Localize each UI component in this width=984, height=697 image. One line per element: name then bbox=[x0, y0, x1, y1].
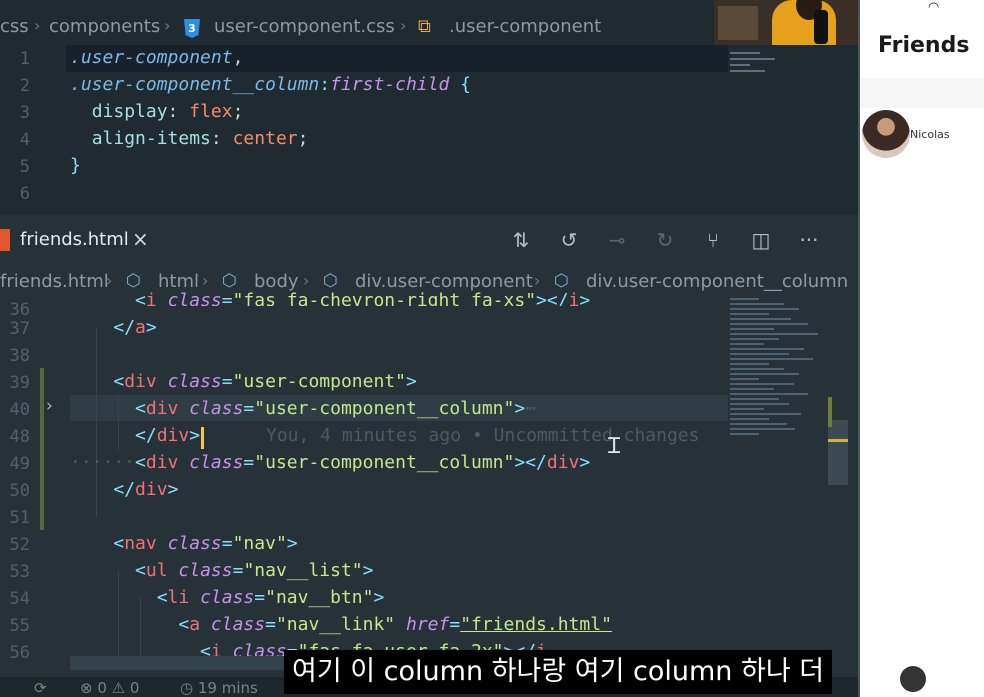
chevron-right-icon: › bbox=[400, 16, 407, 35]
selector-symbol-icon: ⧉ bbox=[418, 16, 431, 37]
code-line-53[interactable]: <ul class="nav__list"> bbox=[70, 560, 373, 581]
bottom-editor-pane[interactable]: friends.html × ⇅ ↺ ⊸ ↻ ⑂ ◫ ··· friends.h… bbox=[0, 215, 858, 697]
vertical-scrollbar-thumb[interactable] bbox=[828, 420, 848, 485]
user-icon[interactable] bbox=[900, 666, 926, 692]
git-graph-icon[interactable]: ⑂ bbox=[700, 227, 726, 253]
cube-icon: ⬡ bbox=[554, 271, 569, 291]
chevron-right-icon: › bbox=[202, 271, 209, 290]
line-number: 54 bbox=[9, 589, 30, 609]
code-selector: .user-component bbox=[70, 47, 233, 68]
breadcrumb-html[interactable]: html bbox=[158, 271, 199, 292]
code-line-55[interactable]: <a class="nav__link" href="friends.html" bbox=[70, 614, 612, 635]
git-modified-gutter bbox=[40, 368, 44, 530]
line-number: 48 bbox=[9, 427, 30, 447]
code-line-54[interactable]: <li class="nav__btn"> bbox=[70, 587, 385, 608]
breadcrumb-user-component-column[interactable]: div.user-component__column bbox=[586, 271, 848, 292]
code-line-3[interactable]: display: flex; bbox=[70, 101, 244, 122]
breadcrumb-components[interactable]: components bbox=[49, 16, 160, 37]
line-number: 4 bbox=[19, 130, 30, 150]
code-line-49[interactable]: ······<div class="user-component__column… bbox=[70, 452, 590, 473]
code-line-2[interactable]: .user-component__column:first-child { bbox=[70, 74, 471, 95]
code-line-5[interactable]: } bbox=[70, 155, 81, 176]
tab-bar: friends.html × ⇅ ↺ ⊸ ↻ ⑂ ◫ ··· bbox=[0, 215, 858, 265]
session-time[interactable]: ◷ 19 mins bbox=[180, 679, 258, 697]
code-line-4[interactable]: align-items: center; bbox=[70, 128, 309, 149]
webcam-overlay bbox=[714, 0, 858, 45]
line-number: 56 bbox=[9, 643, 30, 663]
cube-icon: ⬡ bbox=[222, 271, 237, 291]
problems-indicator[interactable]: ⊗ 0 ⚠ 0 bbox=[80, 679, 139, 697]
line-number: 1 bbox=[19, 49, 30, 69]
text-cursor bbox=[201, 427, 204, 449]
video-subtitle: 여기 이 column 하나랑 여기 column 하나 더 bbox=[284, 650, 833, 694]
breadcrumb-user-component[interactable]: div.user-component bbox=[355, 271, 533, 292]
breadcrumb-selector[interactable]: .user-component bbox=[449, 16, 601, 37]
avatar[interactable] bbox=[862, 110, 910, 158]
line-number: 39 bbox=[9, 373, 30, 393]
chevron-right-icon: › bbox=[164, 16, 171, 35]
top-minimap[interactable] bbox=[730, 48, 780, 78]
chevron-right-icon: › bbox=[34, 16, 41, 35]
previous-change-icon[interactable]: ↺ bbox=[556, 227, 582, 253]
ibeam-cursor-icon: Ɪ bbox=[608, 434, 621, 459]
line-number: 55 bbox=[9, 616, 30, 636]
code-line-48[interactable]: </div> bbox=[70, 425, 200, 446]
open-changes-icon[interactable]: ⇅ bbox=[508, 227, 534, 253]
current-change-icon[interactable]: ⊸ bbox=[604, 227, 630, 253]
breadcrumb-file[interactable]: user-component.css bbox=[214, 16, 395, 37]
chevron-right-icon: › bbox=[534, 271, 541, 290]
code-line-36[interactable]: <i class="fas fa-chevron-right fa-xs"></… bbox=[70, 290, 590, 306]
line-number: 36 bbox=[9, 300, 30, 320]
breadcrumb-file[interactable]: friends.html bbox=[0, 271, 109, 292]
line-number: 53 bbox=[9, 562, 30, 582]
next-change-icon[interactable]: ↻ bbox=[652, 227, 678, 253]
friend-name[interactable]: Nicolas bbox=[910, 128, 950, 141]
line-number: 49 bbox=[9, 454, 30, 474]
close-icon[interactable]: × bbox=[132, 227, 149, 251]
tab-friends-html[interactable]: friends.html × bbox=[0, 215, 160, 265]
fold-chevron-icon[interactable]: › bbox=[46, 396, 53, 416]
line-number: 6 bbox=[19, 184, 30, 204]
scrollbar-cursor-marker bbox=[828, 439, 848, 442]
top-editor-pane[interactable]: css › components › 3 user-component.css … bbox=[0, 0, 858, 215]
breadcrumb-body[interactable]: body bbox=[254, 271, 299, 292]
tab-label: friends.html bbox=[20, 229, 129, 250]
git-blame-annotation: You, 4 minutes ago • Uncommitted changes bbox=[266, 425, 700, 446]
more-actions-icon[interactable]: ··· bbox=[796, 227, 822, 253]
line-number: 52 bbox=[9, 535, 30, 555]
code-line-1[interactable]: .user-component, bbox=[70, 47, 243, 68]
split-editor-icon[interactable]: ◫ bbox=[748, 227, 774, 253]
cube-icon: ⬡ bbox=[126, 271, 141, 291]
minimap-change-marker bbox=[828, 397, 832, 427]
preview-title: Friends bbox=[878, 33, 970, 58]
css-file-icon: 3 bbox=[184, 19, 200, 38]
code-line-40[interactable]: <div class="user-component__column">⋯ bbox=[70, 398, 536, 419]
wifi-icon: ◠ bbox=[928, 0, 940, 15]
code-line-52[interactable]: <nav class="nav"> bbox=[70, 533, 297, 554]
mobile-preview: ◠ Friends Nicolas bbox=[858, 0, 984, 697]
chevron-right-icon: › bbox=[303, 271, 310, 290]
html-file-icon bbox=[0, 229, 10, 251]
line-number: 37 bbox=[9, 319, 30, 339]
code-line-39[interactable]: <div class="user-component"> bbox=[70, 371, 416, 392]
line-number: 38 bbox=[9, 346, 30, 366]
preview-header: ◠ Friends bbox=[860, 0, 984, 78]
breadcrumb-css[interactable]: css bbox=[0, 16, 29, 37]
minimap[interactable] bbox=[730, 295, 828, 495]
code-line-50[interactable]: </div> bbox=[70, 479, 178, 500]
cube-icon: ⬡ bbox=[323, 271, 338, 291]
line-number: 40 bbox=[9, 400, 30, 420]
preview-divider-band bbox=[860, 78, 984, 108]
line-number: 51 bbox=[9, 508, 30, 528]
line-number: 3 bbox=[19, 103, 30, 123]
line-number: 2 bbox=[19, 76, 30, 96]
sync-icon[interactable]: ⟳ bbox=[34, 679, 47, 697]
line-number: 5 bbox=[19, 157, 30, 177]
chevron-right-icon: › bbox=[106, 271, 113, 290]
line-number: 50 bbox=[9, 481, 30, 501]
code-line-37[interactable]: </a> bbox=[70, 317, 156, 338]
